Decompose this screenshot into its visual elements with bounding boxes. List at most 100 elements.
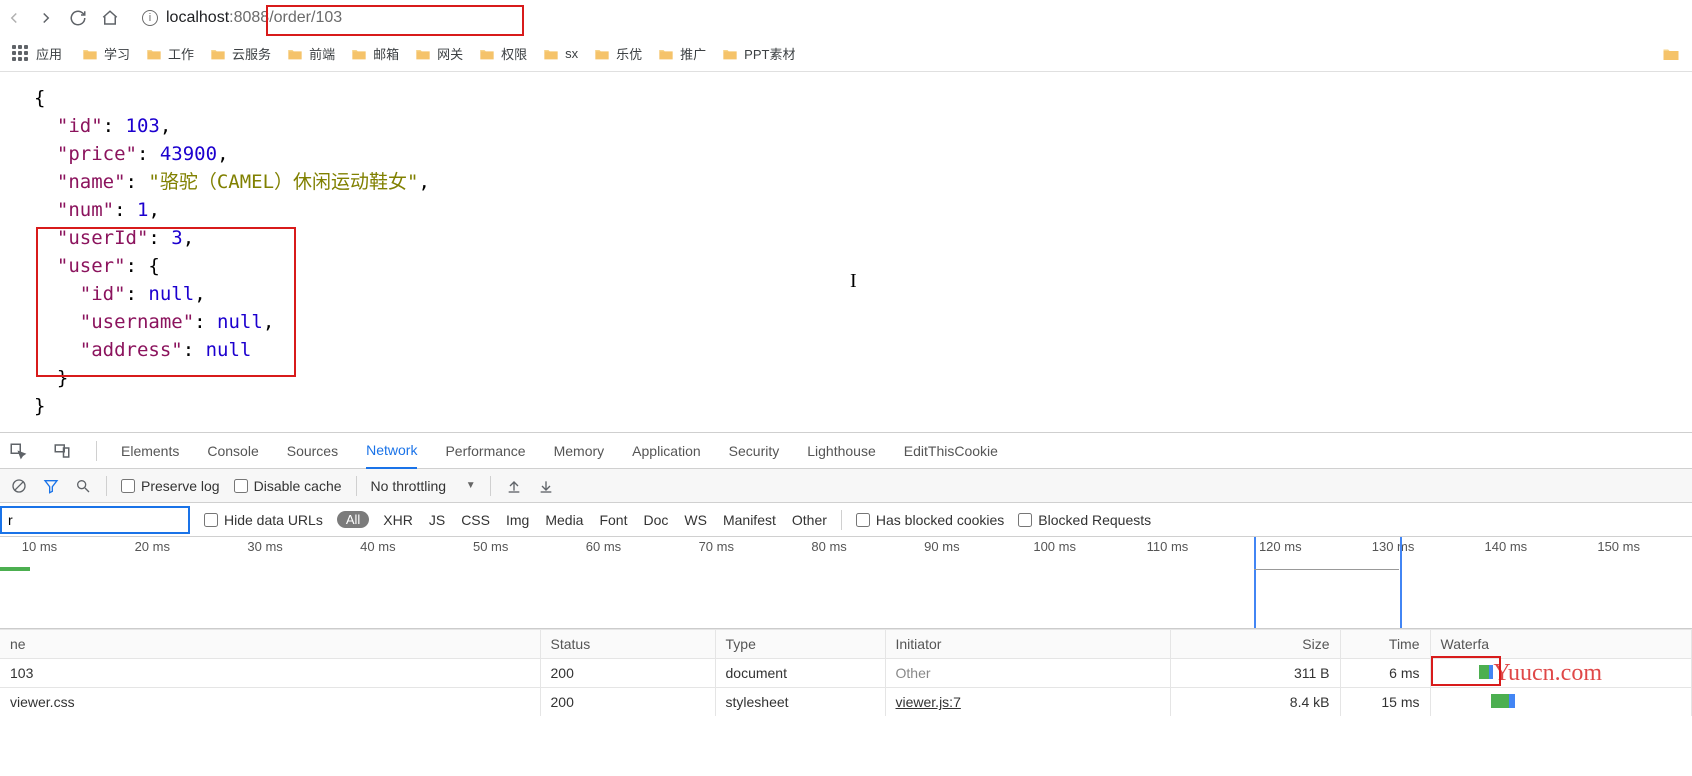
blocked-requests-toggle[interactable]: Blocked Requests	[1018, 512, 1151, 528]
timeline-tick: 80 ms	[811, 539, 846, 554]
tab-sources[interactable]: Sources	[287, 433, 338, 469]
stop-record-icon[interactable]	[10, 477, 28, 495]
folder-icon	[479, 47, 495, 61]
bookmark-item-2[interactable]: 云服务	[202, 40, 279, 67]
timeline-cursor-end	[1400, 537, 1402, 628]
throttling-select[interactable]: No throttling ▼	[371, 478, 476, 494]
filter-type-ws[interactable]: WS	[684, 512, 707, 528]
timeline-tick: 100 ms	[1033, 539, 1076, 554]
cell-status: 200	[540, 659, 715, 688]
tab-security[interactable]: Security	[729, 433, 780, 469]
chevron-down-icon: ▼	[466, 480, 476, 491]
waterfall-bar	[1491, 694, 1509, 708]
filter-type-img[interactable]: Img	[506, 512, 529, 528]
search-icon[interactable]	[74, 477, 92, 495]
tab-elements[interactable]: Elements	[121, 433, 179, 469]
bookmark-item-8[interactable]: 乐优	[586, 40, 650, 67]
col-waterfall[interactable]: Waterfa	[1430, 630, 1692, 659]
cell-waterfall	[1430, 659, 1692, 688]
devtools-tabs: Elements Console Sources Network Performance…	[0, 433, 1692, 469]
table-row[interactable]: 103200documentOther311 B6 ms	[0, 659, 1692, 688]
cell-time: 15 ms	[1340, 688, 1430, 717]
col-time[interactable]: Time	[1340, 630, 1430, 659]
folder-icon	[658, 47, 674, 61]
json-output: { "id": 103, "price": 43900, "name": "骆驼…	[34, 84, 1658, 420]
tab-lighthouse[interactable]: Lighthouse	[807, 433, 876, 469]
hide-data-urls-toggle[interactable]: Hide data URLs	[204, 512, 323, 528]
col-status[interactable]: Status	[540, 630, 715, 659]
has-blocked-cookies-toggle[interactable]: Has blocked cookies	[856, 512, 1004, 528]
cell-type: document	[715, 659, 885, 688]
timeline-tick: 10 ms	[22, 539, 57, 554]
forward-button[interactable]	[36, 8, 56, 28]
tab-console[interactable]: Console	[207, 433, 258, 469]
filter-type-css[interactable]: CSS	[461, 512, 490, 528]
timeline-tick: 40 ms	[360, 539, 395, 554]
bookmark-item-0[interactable]: 学习	[74, 40, 138, 67]
col-name[interactable]: ne	[0, 630, 540, 659]
timeline-tick: 110 ms	[1147, 539, 1189, 554]
folder-icon	[210, 47, 226, 61]
url-text: localhost:8088/order/103	[166, 9, 342, 27]
inspect-element-icon[interactable]	[8, 441, 28, 461]
upload-har-icon[interactable]	[505, 477, 523, 495]
bookmarks-bar: 应用 学习工作云服务前端邮箱网关权限sx乐优推广PPT素材	[0, 36, 1692, 72]
device-toolbar-icon[interactable]	[52, 441, 72, 461]
disable-cache-toggle[interactable]: Disable cache	[234, 478, 342, 494]
filter-type-manifest[interactable]: Manifest	[723, 512, 776, 528]
folder-icon	[415, 47, 431, 61]
network-timeline[interactable]: 10 ms20 ms30 ms40 ms50 ms60 ms70 ms80 ms…	[0, 537, 1692, 629]
bookmark-item-9[interactable]: 推广	[650, 40, 714, 67]
timeline-tick: 50 ms	[473, 539, 508, 554]
folder-icon	[351, 47, 367, 61]
home-button[interactable]	[100, 8, 120, 28]
tab-application[interactable]: Application	[632, 433, 701, 469]
folder-icon	[594, 47, 610, 61]
filter-all[interactable]: All	[337, 511, 369, 528]
tab-editthiscookie[interactable]: EditThisCookie	[904, 433, 998, 469]
bookmark-item-7[interactable]: sx	[535, 40, 586, 67]
bookmark-overflow[interactable]	[1654, 42, 1688, 66]
filter-type-font[interactable]: Font	[599, 512, 627, 528]
folder-icon	[146, 47, 162, 61]
col-initiator[interactable]: Initiator	[885, 630, 1170, 659]
tab-network[interactable]: Network	[366, 433, 417, 469]
cell-initiator[interactable]: viewer.js:7	[885, 688, 1170, 717]
tab-performance[interactable]: Performance	[445, 433, 525, 469]
devtools-panel: Elements Console Sources Network Performance…	[0, 432, 1692, 716]
folder-icon	[1662, 46, 1680, 62]
bookmark-item-5[interactable]: 网关	[407, 40, 471, 67]
apps-shortcut[interactable]: 应用	[4, 40, 70, 67]
site-info-icon[interactable]: i	[142, 10, 158, 26]
bookmark-item-10[interactable]: PPT素材	[714, 40, 803, 67]
filter-type-js[interactable]: JS	[429, 512, 445, 528]
cell-initiator[interactable]: Other	[885, 659, 1170, 688]
cell-size: 8.4 kB	[1170, 688, 1340, 717]
reload-button[interactable]	[68, 8, 88, 28]
timeline-range-line	[1254, 569, 1399, 570]
preserve-log-toggle[interactable]: Preserve log	[121, 478, 220, 494]
page-content: I { "id": 103, "price": 43900, "name": "…	[0, 72, 1692, 432]
bookmark-item-1[interactable]: 工作	[138, 40, 202, 67]
col-size[interactable]: Size	[1170, 630, 1340, 659]
address-bar[interactable]: i localhost:8088/order/103	[132, 4, 1688, 32]
table-row[interactable]: viewer.css200stylesheetviewer.js:78.4 kB…	[0, 688, 1692, 717]
filter-type-media[interactable]: Media	[545, 512, 583, 528]
bookmark-item-3[interactable]: 前端	[279, 40, 343, 67]
filter-icon[interactable]	[42, 477, 60, 495]
tab-memory[interactable]: Memory	[554, 433, 605, 469]
filter-type-other[interactable]: Other	[792, 512, 827, 528]
filter-input[interactable]	[0, 506, 190, 534]
apps-label: 应用	[36, 44, 62, 63]
apps-icon	[12, 45, 30, 63]
timeline-bar	[0, 567, 30, 571]
download-har-icon[interactable]	[537, 477, 555, 495]
filter-type-doc[interactable]: Doc	[643, 512, 668, 528]
filter-type-xhr[interactable]: XHR	[383, 512, 413, 528]
back-button[interactable]	[4, 8, 24, 28]
bookmark-item-4[interactable]: 邮箱	[343, 40, 407, 67]
folder-icon	[543, 47, 559, 61]
timeline-tick: 70 ms	[699, 539, 734, 554]
bookmark-item-6[interactable]: 权限	[471, 40, 535, 67]
col-type[interactable]: Type	[715, 630, 885, 659]
